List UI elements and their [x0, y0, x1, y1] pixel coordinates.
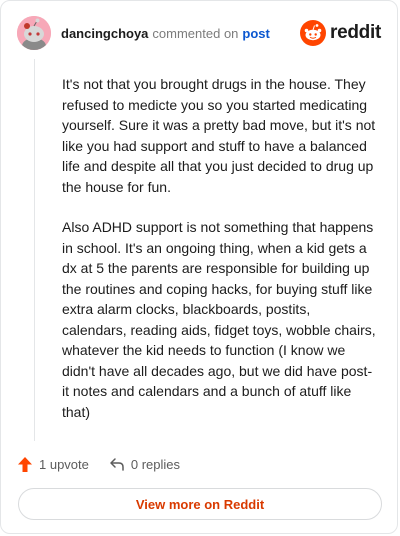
upvote-button[interactable]: 1 upvote	[17, 456, 89, 473]
post-link[interactable]: post	[242, 26, 269, 41]
comment-card: dancingchoya commented on post reddit It…	[0, 0, 398, 534]
replies-count: 0 replies	[130, 456, 181, 472]
comment-paragraph-2: Also ADHD support is not something that …	[62, 219, 376, 420]
comment-paragraph-1: It's not that you brought drugs in the h…	[62, 76, 376, 195]
snoo-avatar-icon	[17, 16, 51, 50]
replies-button[interactable]: 0 replies	[109, 457, 180, 472]
thread-line	[34, 59, 35, 441]
upvote-count: 1 upvote	[39, 456, 89, 472]
comment-body: It's not that you brought drugs in the h…	[62, 74, 378, 442]
comment-actions: 1 upvote 0 replies	[17, 453, 180, 475]
reddit-snoo-icon	[300, 20, 327, 46]
comment-header: dancingchoya commented on post reddit	[17, 15, 381, 51]
commented-on-text: commented on	[152, 25, 239, 41]
reply-arrow-icon	[110, 458, 124, 471]
reddit-wordmark: reddit	[330, 22, 381, 43]
reddit-logo[interactable]: reddit	[300, 20, 381, 46]
username[interactable]: dancingchoya	[61, 26, 148, 41]
upvote-arrow-icon	[18, 456, 32, 472]
comment-meta: dancingchoya commented on post	[61, 26, 270, 41]
user-avatar[interactable]	[17, 16, 51, 50]
view-more-button[interactable]: View more on Reddit	[18, 488, 382, 520]
